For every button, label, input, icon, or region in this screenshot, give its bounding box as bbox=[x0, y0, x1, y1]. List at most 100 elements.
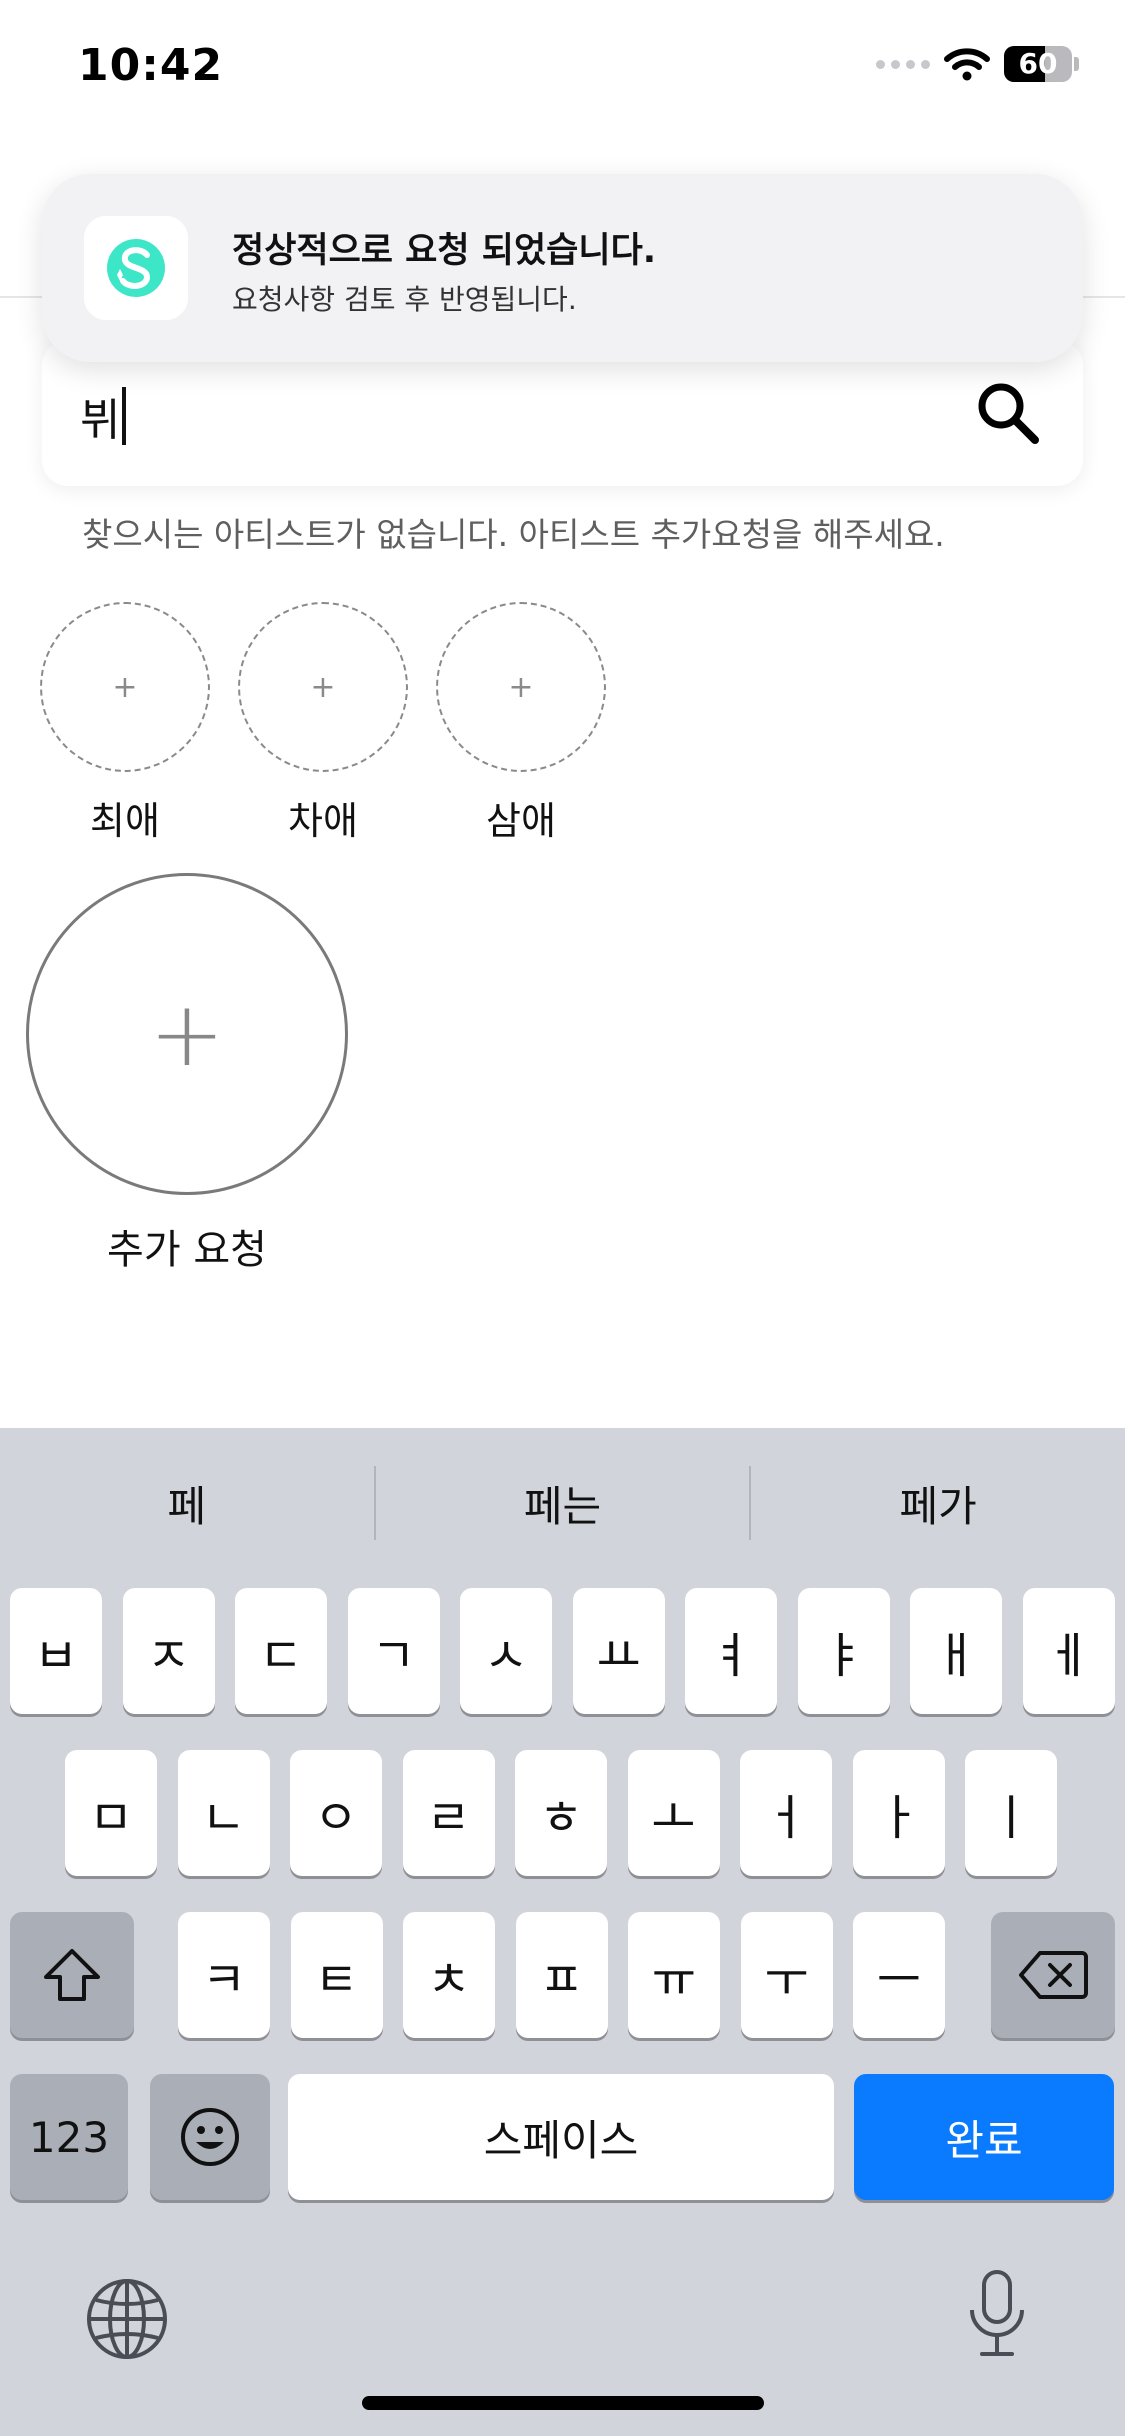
key-row3-7[interactable]: ㅡ bbox=[853, 1912, 945, 2038]
key-row3-6[interactable]: ㅜ bbox=[740, 1912, 833, 2038]
key-row3-4[interactable]: ㅍ bbox=[515, 1912, 608, 2038]
add-favorite-button[interactable]: + bbox=[238, 602, 408, 772]
key-row2-3[interactable]: ㅇ bbox=[290, 1750, 382, 1876]
space-key[interactable]: 스페이스 bbox=[288, 2074, 834, 2200]
toast-title: 정상적으로 요청 되었습니다. bbox=[232, 231, 657, 271]
key-6-label: ㅛ bbox=[596, 1628, 641, 1684]
battery-tip bbox=[1074, 57, 1079, 71]
plus-icon: + bbox=[508, 669, 534, 705]
space-key-label: 스페이스 bbox=[483, 2115, 639, 2165]
key-8-label: ㅑ bbox=[821, 1628, 866, 1684]
key-1-label: ㅂ bbox=[33, 1628, 79, 1684]
key-7[interactable]: ㅕ bbox=[685, 1588, 777, 1714]
key-10[interactable]: ㅔ bbox=[1022, 1588, 1115, 1714]
key-row2-7[interactable]: ㅓ bbox=[740, 1750, 832, 1876]
done-key[interactable]: 완료 bbox=[854, 2074, 1114, 2200]
cellular-signal-icon bbox=[876, 59, 930, 69]
key-row2-6[interactable]: ㅗ bbox=[627, 1750, 720, 1876]
key-row2-8-label: ㅏ bbox=[876, 1790, 921, 1846]
key-row3-2[interactable]: ㅌ bbox=[290, 1912, 383, 2038]
key-row3-4-label: ㅍ bbox=[539, 1952, 584, 2008]
key-row2-5[interactable]: ㅎ bbox=[515, 1750, 607, 1876]
key-9-label: ㅐ bbox=[933, 1628, 979, 1684]
battery-level: 60 bbox=[1018, 47, 1058, 80]
key-row2-2-label: ㄴ bbox=[201, 1790, 246, 1846]
key-row2-1[interactable]: ㅁ bbox=[65, 1750, 157, 1876]
key-10-label: ㅔ bbox=[1046, 1628, 1091, 1684]
app-logo-mark bbox=[107, 239, 165, 297]
favorite-slot-1[interactable]: + 최애 bbox=[40, 602, 210, 845]
favorite-label: 차애 bbox=[288, 799, 358, 843]
key-row3-7-label: ㅡ bbox=[876, 1952, 922, 2008]
key-4[interactable]: ㄱ bbox=[347, 1588, 440, 1714]
globe-icon[interactable] bbox=[82, 2274, 172, 2364]
search-input-value: 뷔 bbox=[80, 395, 121, 446]
key-2[interactable]: ㅈ bbox=[122, 1588, 215, 1714]
key-row2-7-label: ㅓ bbox=[763, 1790, 809, 1846]
key-row3-2-label: ㅌ bbox=[314, 1952, 359, 2008]
key-row3-5[interactable]: ㅠ bbox=[628, 1912, 720, 2038]
key-row2-5-label: ㅎ bbox=[538, 1790, 584, 1846]
status-icons: 60 bbox=[876, 46, 1079, 82]
key-row2-4[interactable]: ㄹ bbox=[402, 1750, 495, 1876]
wifi-icon bbox=[944, 48, 990, 81]
add-request[interactable]: + 추가 요청 bbox=[26, 873, 348, 1275]
key-row3-3[interactable]: ㅊ bbox=[403, 1912, 495, 2038]
key-2-label: ㅈ bbox=[146, 1628, 191, 1684]
key-9[interactable]: ㅐ bbox=[910, 1588, 1002, 1714]
emoji-key[interactable] bbox=[150, 2074, 270, 2200]
key-7-label: ㅕ bbox=[708, 1628, 754, 1684]
add-favorite-button[interactable]: + bbox=[40, 602, 210, 772]
suggestion-bar: 페 페는 페가 bbox=[0, 1428, 1125, 1578]
favorite-slot-3[interactable]: + 삼애 bbox=[436, 602, 606, 845]
key-row2-2[interactable]: ㄴ bbox=[177, 1750, 270, 1876]
search-icon[interactable] bbox=[973, 378, 1043, 448]
key-row3-1[interactable]: ㅋ bbox=[178, 1912, 270, 2038]
key-3[interactable]: ㄷ bbox=[235, 1588, 327, 1714]
plus-icon: + bbox=[112, 669, 138, 705]
emoji-icon bbox=[181, 2108, 239, 2166]
favorite-label: 최애 bbox=[90, 799, 160, 843]
key-5-label: ㅅ bbox=[483, 1628, 529, 1684]
favorite-label: 삼애 bbox=[486, 799, 556, 843]
key-3-label: ㄷ bbox=[258, 1628, 304, 1684]
add-request-label: 추가 요청 bbox=[107, 1227, 267, 1273]
key-row2-1-label: ㅁ bbox=[88, 1790, 134, 1846]
key-row2-6-label: ㅗ bbox=[651, 1790, 696, 1846]
home-indicator bbox=[362, 2396, 764, 2410]
add-request-button[interactable]: + bbox=[26, 873, 348, 1195]
key-row2-8[interactable]: ㅏ bbox=[852, 1750, 945, 1876]
toast-notification[interactable]: 정상적으로 요청 되었습니다. 요청사항 검토 후 반영됩니다. bbox=[42, 174, 1083, 362]
key-row3-6-label: ㅜ bbox=[764, 1952, 809, 2008]
key-6[interactable]: ㅛ bbox=[572, 1588, 665, 1714]
key-1[interactable]: ㅂ bbox=[10, 1588, 102, 1714]
key-row3-3-label: ㅊ bbox=[426, 1952, 472, 2008]
text-cursor bbox=[122, 387, 127, 445]
key-row3-5-label: ㅠ bbox=[651, 1952, 697, 2008]
suggestion-2[interactable]: 페는 bbox=[376, 1473, 750, 1534]
key-row2-9-label: ㅣ bbox=[988, 1790, 1034, 1846]
numbers-key-label: 123 bbox=[28, 2112, 110, 2162]
delete-key[interactable] bbox=[991, 1912, 1115, 2038]
add-favorite-button[interactable]: + bbox=[436, 602, 606, 772]
app-logo-icon bbox=[84, 216, 188, 320]
shift-key[interactable] bbox=[10, 1912, 134, 2038]
shift-icon bbox=[44, 1949, 100, 2001]
key-row2-4-label: ㄹ bbox=[426, 1790, 471, 1846]
no-result-message: 찾으시는 아티스트가 없습니다. 아티스트 추가요청을 해주세요. bbox=[82, 515, 945, 554]
key-8[interactable]: ㅑ bbox=[797, 1588, 890, 1714]
key-4-label: ㄱ bbox=[371, 1628, 416, 1684]
key-row2-3-label: ㅇ bbox=[313, 1790, 359, 1846]
search-input[interactable]: 뷔 bbox=[80, 384, 127, 448]
key-5[interactable]: ㅅ bbox=[460, 1588, 552, 1714]
numbers-key[interactable]: 123 bbox=[10, 2074, 128, 2200]
microphone-icon[interactable] bbox=[962, 2266, 1032, 2366]
plus-icon: + bbox=[149, 981, 225, 1087]
favorite-slot-2[interactable]: + 차애 bbox=[238, 602, 408, 845]
suggestion-1[interactable]: 페 bbox=[0, 1473, 374, 1534]
delete-icon bbox=[1019, 1951, 1088, 1999]
status-time: 10:42 bbox=[78, 40, 224, 91]
done-key-label: 완료 bbox=[945, 2115, 1023, 2165]
suggestion-3[interactable]: 페가 bbox=[751, 1473, 1125, 1534]
key-row2-9[interactable]: ㅣ bbox=[965, 1750, 1057, 1876]
